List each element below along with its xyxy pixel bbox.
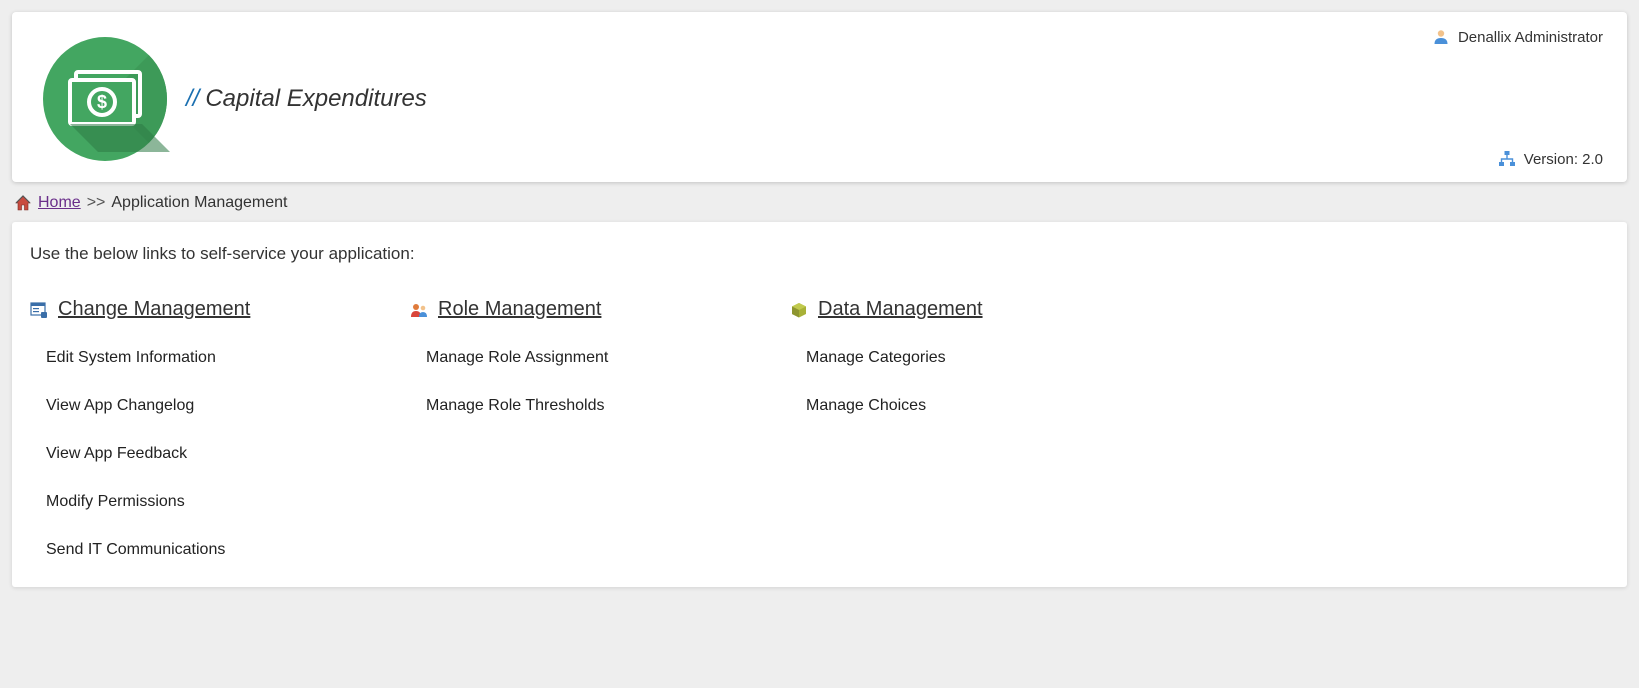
link-manage-role-assignment[interactable]: Manage Role Assignment — [426, 349, 790, 367]
sitemap-icon — [1498, 150, 1516, 168]
role-management-section: Role Management Manage Role Assignment M… — [410, 298, 790, 559]
data-management-section: Data Management Manage Categories Manage… — [790, 298, 1170, 559]
breadcrumb-home-link[interactable]: Home — [38, 194, 81, 212]
link-manage-categories[interactable]: Manage Categories — [806, 349, 1170, 367]
title-text: Capital Expenditures — [205, 85, 426, 113]
change-management-header[interactable]: Change Management — [30, 298, 410, 321]
link-manage-role-thresholds[interactable]: Manage Role Thresholds — [426, 397, 790, 415]
role-management-title: Role Management — [438, 298, 601, 321]
breadcrumb-current: Application Management — [111, 194, 287, 212]
app-title: // Capital Expenditures — [186, 85, 427, 113]
box-icon — [790, 301, 808, 319]
breadcrumb: Home >> Application Management — [14, 194, 1625, 212]
link-view-app-feedback[interactable]: View App Feedback — [46, 445, 410, 463]
header-card: $ // Capital Expenditures Denallix Admin… — [12, 12, 1627, 182]
link-send-it-communications[interactable]: Send IT Communications — [46, 541, 410, 559]
title-slashes: // — [186, 85, 199, 113]
version-text: Version: 2.0 — [1524, 151, 1603, 168]
home-icon — [14, 194, 32, 212]
intro-text: Use the below links to self-service your… — [30, 244, 1609, 264]
user-name: Denallix Administrator — [1458, 29, 1603, 46]
data-management-title: Data Management — [818, 298, 983, 321]
link-edit-system-information[interactable]: Edit System Information — [46, 349, 410, 367]
data-management-header[interactable]: Data Management — [790, 298, 1170, 321]
sections-row: Change Management Edit System Informatio… — [30, 298, 1609, 559]
people-icon — [410, 301, 428, 319]
link-view-app-changelog[interactable]: View App Changelog — [46, 397, 410, 415]
change-management-section: Change Management Edit System Informatio… — [30, 298, 410, 559]
role-management-header[interactable]: Role Management — [410, 298, 790, 321]
version-info: Version: 2.0 — [1498, 150, 1603, 168]
svg-text:$: $ — [97, 92, 107, 112]
app-logo-icon: $ — [40, 34, 170, 164]
change-management-title: Change Management — [58, 298, 250, 321]
link-manage-choices[interactable]: Manage Choices — [806, 397, 1170, 415]
user-icon — [1432, 28, 1450, 46]
link-modify-permissions[interactable]: Modify Permissions — [46, 493, 410, 511]
breadcrumb-separator: >> — [87, 194, 106, 212]
content-card: Use the below links to self-service your… — [12, 222, 1627, 587]
form-icon — [30, 301, 48, 319]
user-info: Denallix Administrator — [1432, 28, 1603, 46]
